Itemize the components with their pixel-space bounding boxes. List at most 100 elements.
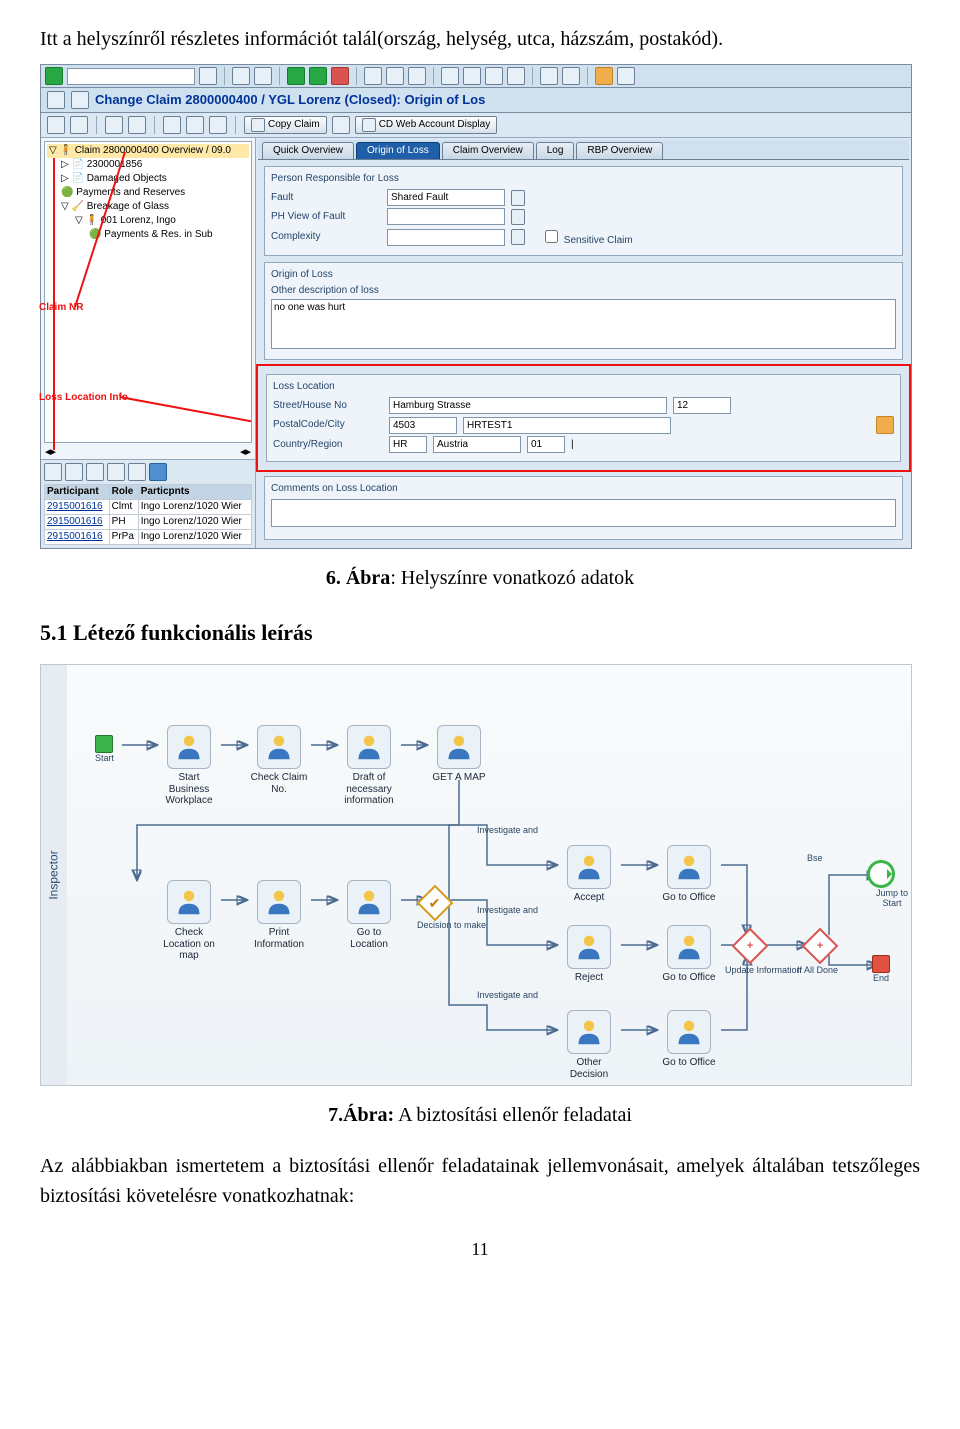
process-node: Other Decision: [557, 1010, 621, 1080]
tab-origin-of-loss[interactable]: Origin of Loss: [356, 142, 440, 159]
process-node: Start Business Workplace: [157, 725, 221, 807]
postal-field[interactable]: [389, 417, 457, 434]
participants-table: ParticipantRoleParticpnts 2915001616Clmt…: [44, 484, 252, 545]
t2-icon[interactable]: [128, 116, 146, 134]
phview-field[interactable]: [387, 208, 505, 225]
process-node: Go to Office: [657, 845, 721, 904]
dropdown-icon[interactable]: [511, 209, 525, 225]
tab-log[interactable]: Log: [536, 142, 575, 159]
street-field[interactable]: [389, 397, 667, 414]
dropdown-icon[interactable]: [511, 229, 525, 245]
copy-claim-button[interactable]: Copy Claim: [244, 116, 327, 134]
body-paragraph: Az alábbiakban ismertetem a biztosítási …: [40, 1151, 920, 1211]
scroll-right-icon[interactable]: ◂▸: [240, 446, 251, 459]
tree-item[interactable]: ▷ 📄 Damaged Objects: [47, 172, 249, 186]
process-node: Check Claim No.: [247, 725, 311, 795]
user-icon: [347, 880, 391, 924]
sensitive-checkbox[interactable]: [545, 230, 558, 243]
table-row[interactable]: 2915001616ClmtIngo Lorenz/1020 Wier: [45, 500, 252, 515]
new-session-icon[interactable]: [540, 67, 558, 85]
tree-item[interactable]: ▽ 🧹 Breakage of Glass: [47, 200, 249, 214]
panel-comments: Comments on Loss Location: [264, 476, 903, 540]
panel-loss-location: Loss Location Street/House No PostalCode…: [266, 374, 901, 462]
if-all-done-node: +: [807, 933, 833, 959]
check-icon[interactable]: [45, 67, 63, 85]
intro-text: Itt a helyszínről részletes információt …: [40, 24, 920, 54]
tab-claim-overview[interactable]: Claim Overview: [442, 142, 534, 159]
process-node: Go to Office: [657, 1010, 721, 1069]
house-no-field[interactable]: [673, 397, 731, 414]
annotation-claim-nr: Claim NR: [39, 302, 83, 314]
help-icon[interactable]: [595, 67, 613, 85]
window-icon: [47, 91, 65, 109]
back-icon[interactable]: [232, 67, 250, 85]
p2-icon[interactable]: [65, 463, 83, 481]
p4-icon[interactable]: [107, 463, 125, 481]
tab-quick-overview[interactable]: Quick Overview: [262, 142, 354, 159]
sap-menubar: [41, 65, 911, 88]
process-node: Print Information: [247, 880, 311, 950]
arrow-right-icon[interactable]: [70, 116, 88, 134]
process-node: Go to Office: [657, 925, 721, 984]
search-help-icon[interactable]: [876, 416, 894, 434]
dropdown-icon[interactable]: [511, 190, 525, 206]
p6-icon[interactable]: [149, 463, 167, 481]
cancel-icon[interactable]: [331, 67, 349, 85]
command-field[interactable]: [67, 68, 195, 85]
user-icon: [167, 725, 211, 769]
user-icon: [667, 1010, 711, 1054]
user-icon: [257, 725, 301, 769]
country-code-field[interactable]: [389, 436, 427, 453]
user-icon: [667, 925, 711, 969]
origin-desc-textarea[interactable]: no one was hurt: [271, 299, 896, 349]
if-all-done-label: If All Done: [797, 965, 838, 975]
p1-icon[interactable]: [44, 463, 62, 481]
cd-web-button[interactable]: CD Web Account Display: [355, 116, 498, 134]
table-row[interactable]: 2915001616PrPaIngo Lorenz/1020 Wier: [45, 530, 252, 545]
save-icon[interactable]: [254, 67, 272, 85]
user-icon: [567, 845, 611, 889]
p5-icon[interactable]: [128, 463, 146, 481]
tab-rbp-overview[interactable]: RBP Overview: [576, 142, 663, 159]
sap-tree[interactable]: ▽ 🧍 Claim 2800000400 Overview / 09.0 ▷ 📄…: [44, 141, 252, 443]
forward-icon[interactable]: [287, 67, 305, 85]
arrow-left-icon[interactable]: [47, 116, 65, 134]
t5-icon[interactable]: [209, 116, 227, 134]
table-row[interactable]: 2915001616PHIngo Lorenz/1020 Wier: [45, 515, 252, 530]
t1-icon[interactable]: [105, 116, 123, 134]
end-icon: [872, 955, 890, 973]
process-node: Go to Location: [337, 880, 401, 950]
tree-root[interactable]: ▽ 🧍 Claim 2800000400 Overview / 09.0: [47, 144, 249, 158]
layout-icon[interactable]: [617, 67, 635, 85]
dropdown-icon[interactable]: [199, 67, 217, 85]
process-diagram: Inspector: [40, 664, 912, 1086]
comments-textarea[interactable]: [271, 499, 896, 527]
tree-item[interactable]: ▷ 📄 2300001856: [47, 158, 249, 172]
next-page-icon[interactable]: [485, 67, 503, 85]
first-page-icon[interactable]: [441, 67, 459, 85]
print-icon[interactable]: [364, 67, 382, 85]
tree-item[interactable]: 🟢 Payments & Res. in Sub: [47, 228, 249, 242]
find-next-icon[interactable]: [408, 67, 426, 85]
t4-icon[interactable]: [186, 116, 204, 134]
city-field[interactable]: [463, 417, 671, 434]
p3-icon[interactable]: [86, 463, 104, 481]
up-icon[interactable]: [309, 67, 327, 85]
complexity-field[interactable]: [387, 229, 505, 246]
region-field[interactable]: [527, 436, 565, 453]
t6-icon[interactable]: [332, 116, 350, 134]
last-page-icon[interactable]: [507, 67, 525, 85]
country-field[interactable]: [433, 436, 521, 453]
t3-icon[interactable]: [163, 116, 181, 134]
section-5-1-title: 5.1 Létező funkcionális leírás: [40, 620, 920, 646]
user-icon: [167, 880, 211, 924]
shortcut-icon[interactable]: [562, 67, 580, 85]
process-node: Reject: [557, 925, 621, 984]
fault-field[interactable]: [387, 189, 505, 206]
tree-item[interactable]: 🟢 Payments and Reserves: [47, 186, 249, 200]
find-icon[interactable]: [386, 67, 404, 85]
user-icon: [567, 1010, 611, 1054]
user-icon: [667, 845, 711, 889]
tree-item[interactable]: ▽ 🧍 001 Lorenz, Ingo: [47, 214, 249, 228]
prev-page-icon[interactable]: [463, 67, 481, 85]
